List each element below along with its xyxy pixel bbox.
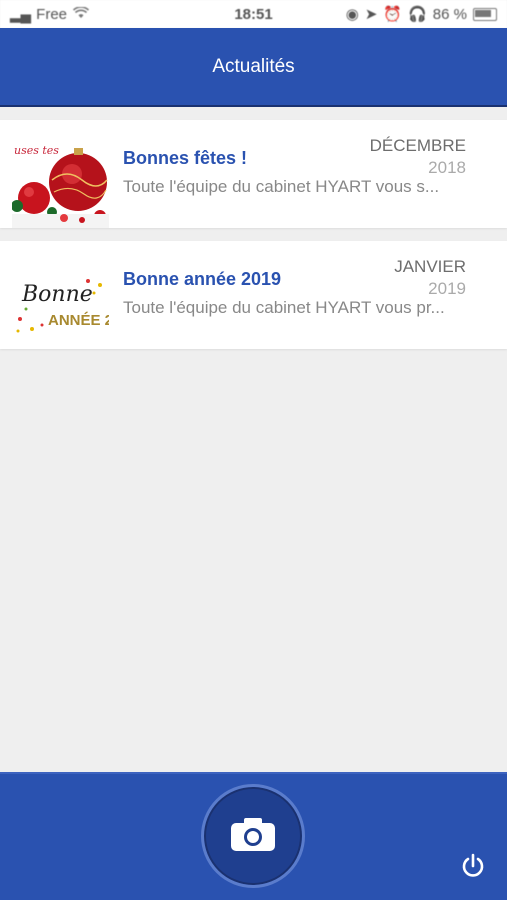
camera-button[interactable]: [201, 784, 305, 888]
news-year: 2018: [428, 158, 466, 177]
camera-icon: [230, 816, 276, 857]
carrier-name: Free: [36, 5, 68, 23]
news-thumbnail-christmas: uses tes: [12, 140, 109, 228]
alarm-icon: ⏰: [383, 6, 403, 23]
status-time: 18:51: [234, 5, 273, 23]
news-month: DÉCEMBRE: [369, 136, 466, 155]
news-month: JANVIER: [394, 257, 466, 276]
news-title: Bonne année 2019: [123, 269, 282, 289]
status-bar: ▂▄ Free 18:51 ◉ ➤ ⏰ 🎧 86 %: [0, 0, 507, 28]
thumb-text: uses tes: [14, 144, 59, 157]
battery-icon: [473, 7, 497, 21]
news-item[interactable]: Bonne ANNÉE 2 Bonne année 2019 Toute l'é…: [0, 241, 507, 349]
news-preview: Toute l'équipe du cabinet HYART vous pr.…: [123, 298, 445, 317]
status-bar-left: ▂▄ Free: [10, 5, 90, 23]
wifi-icon: [72, 5, 90, 23]
lock-rotation-icon: ◉: [345, 6, 359, 23]
location-icon: ➤: [364, 6, 378, 23]
app-header: Actualités: [0, 28, 507, 107]
thumb-text-bonne: Bonne: [21, 282, 93, 307]
signal-icon: ▂▄: [10, 6, 31, 23]
status-bar-right: ◉ ➤ ⏰ 🎧 86 %: [346, 5, 497, 23]
news-item[interactable]: uses tes Bonnes fêtes ! Toute l'équipe d…: [0, 120, 507, 228]
bottom-bar: [0, 772, 507, 900]
news-preview: Toute l'équipe du cabinet HYART vous s..…: [123, 177, 440, 196]
news-thumbnail-new-year: Bonne ANNÉE 2: [12, 259, 109, 339]
power-button[interactable]: [459, 853, 487, 884]
news-year: 2019: [428, 279, 466, 298]
page-title: Actualités: [212, 55, 295, 77]
news-title: Bonnes fêtes !: [123, 148, 248, 168]
thumb-text-annee: ANNÉE 2: [48, 312, 109, 329]
news-list: uses tes Bonnes fêtes ! Toute l'équipe d…: [0, 120, 507, 362]
power-icon: [460, 853, 486, 884]
headphones-icon: 🎧: [408, 6, 427, 23]
battery-percent: 86 %: [432, 5, 467, 23]
